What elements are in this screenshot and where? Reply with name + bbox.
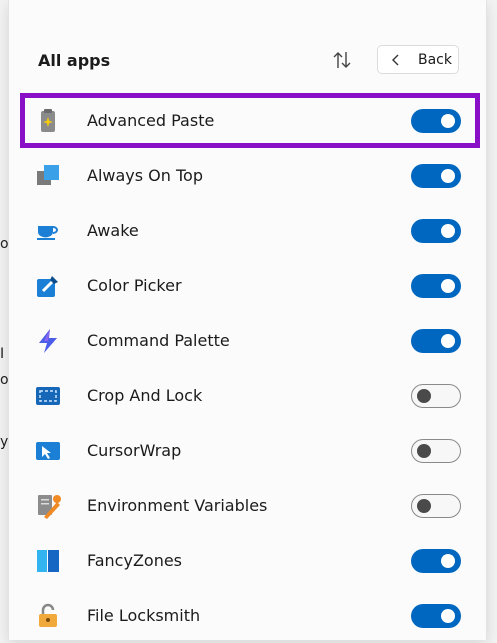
sort-button[interactable]	[331, 48, 353, 72]
toggle-knob	[441, 609, 455, 623]
all-apps-panel: All apps Back Advanced Paste Always On T…	[8, 0, 487, 640]
toggle-knob	[417, 499, 431, 513]
toggle-knob	[441, 554, 455, 568]
file-locksmith-toggle[interactable]	[411, 604, 461, 628]
panel-title: All apps	[38, 51, 111, 70]
advanced-paste-icon	[41, 109, 55, 132]
fancyzones-toggle[interactable]	[411, 549, 461, 573]
background-text-fragment: I	[0, 346, 5, 362]
app-name: Always On Top	[87, 166, 203, 185]
color-picker-icon	[37, 276, 58, 297]
fancyzones-icon	[37, 550, 59, 572]
app-name: Awake	[87, 221, 139, 240]
app-row-advanced-paste[interactable]: Advanced Paste	[9, 93, 486, 148]
sort-arrows-icon	[333, 52, 351, 68]
cursor-wrap-icon	[36, 442, 60, 460]
toggle-knob	[417, 389, 431, 403]
color-picker-toggle[interactable]	[411, 274, 461, 298]
command-palette-toggle[interactable]	[411, 329, 461, 353]
chevron-left-icon	[392, 54, 399, 66]
app-row-cursorwrap[interactable]: CursorWrap	[9, 423, 486, 478]
app-row-command-palette[interactable]: Command Palette	[9, 313, 486, 368]
app-name: Crop And Lock	[87, 386, 203, 405]
app-name: CursorWrap	[87, 441, 182, 460]
app-row-environment-variables[interactable]: Environment Variables	[9, 478, 486, 533]
toggle-knob	[441, 279, 455, 293]
app-row-fancyzones[interactable]: FancyZones	[9, 533, 486, 588]
awake-cup-icon	[37, 226, 58, 240]
app-row-file-locksmith[interactable]: File Locksmith	[9, 588, 486, 643]
app-name: FancyZones	[87, 551, 183, 570]
environment-variables-icon	[38, 495, 61, 519]
app-row-crop-and-lock[interactable]: Crop And Lock	[9, 368, 486, 423]
app-row-color-picker[interactable]: Color Picker	[9, 258, 486, 313]
crop-and-lock-icon	[36, 387, 60, 405]
toggle-knob	[441, 224, 455, 238]
app-name: Environment Variables	[87, 496, 268, 515]
awake-toggle[interactable]	[411, 219, 461, 243]
always-on-top-toggle[interactable]	[411, 164, 461, 188]
crop-and-lock-toggle[interactable]	[411, 384, 461, 408]
apps-list: Advanced Paste Always On Top Awake Color…	[9, 93, 486, 643]
cursorwrap-toggle[interactable]	[411, 439, 461, 463]
toggle-knob	[441, 334, 455, 348]
back-button[interactable]: Back	[377, 45, 459, 74]
back-button-label: Back	[418, 52, 452, 68]
advanced-paste-toggle[interactable]	[411, 109, 461, 133]
environment-variables-toggle[interactable]	[411, 494, 461, 518]
toggle-knob	[441, 169, 455, 183]
app-row-awake[interactable]: Awake	[9, 203, 486, 258]
command-palette-icon	[39, 329, 57, 353]
toggle-knob	[441, 114, 455, 128]
app-name: Color Picker	[87, 276, 182, 295]
always-on-top-icon	[37, 165, 59, 185]
file-locksmith-icon	[39, 603, 57, 627]
app-name: Command Palette	[87, 331, 230, 350]
app-name: File Locksmith	[87, 606, 201, 625]
app-row-always-on-top[interactable]: Always On Top	[9, 148, 486, 203]
app-name: Advanced Paste	[87, 111, 215, 130]
toggle-knob	[417, 444, 431, 458]
